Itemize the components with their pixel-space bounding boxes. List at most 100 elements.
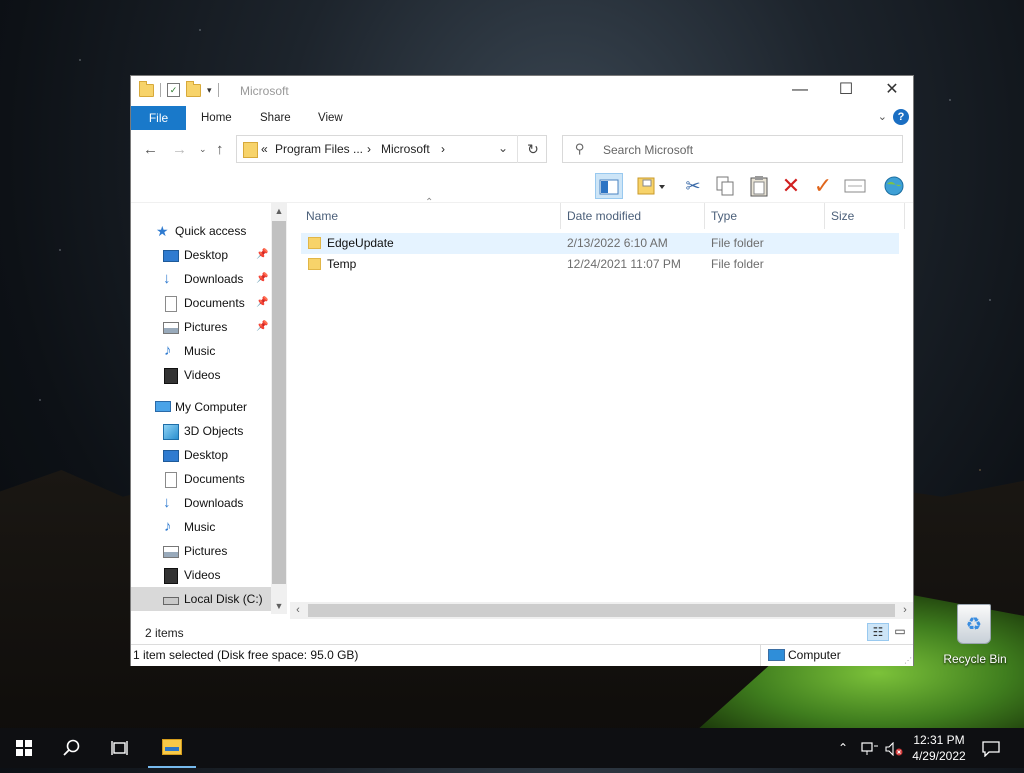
scrollbar-thumb[interactable] xyxy=(272,221,286,584)
nav-documents-quick[interactable]: Documents 📌 xyxy=(131,291,271,315)
preview-pane-button[interactable] xyxy=(595,173,623,199)
folder-icon xyxy=(243,142,258,158)
nav-documents[interactable]: Documents xyxy=(131,467,271,491)
task-view-icon[interactable] xyxy=(96,728,144,768)
back-button[interactable]: ← xyxy=(143,141,158,158)
copy-icon[interactable] xyxy=(711,173,739,199)
nav-pictures[interactable]: Pictures xyxy=(131,539,271,563)
large-icons-view-icon[interactable]: ▭ xyxy=(889,623,911,641)
navigation-bar: ← → ⌄ ↑ « Program Files ... › Microsoft … xyxy=(131,132,913,166)
select-icon[interactable] xyxy=(841,173,869,199)
resize-grip-icon[interactable]: ⋰ xyxy=(904,656,912,665)
column-divider[interactable] xyxy=(560,203,561,229)
nav-quick-access[interactable]: ★ Quick access xyxy=(131,219,271,243)
file-explorer-icon xyxy=(162,739,182,755)
nav-3d-objects[interactable]: 3D Objects xyxy=(131,419,271,443)
taskbar-file-explorer[interactable] xyxy=(148,728,196,768)
file-row-temp[interactable]: Temp 12/24/2021 11:07 PM File folder xyxy=(301,254,899,275)
forward-button[interactable]: → xyxy=(172,141,187,158)
address-dropdown-icon[interactable]: ⌄ xyxy=(498,141,508,155)
refresh-button[interactable]: ↻ xyxy=(517,135,548,163)
up-button[interactable]: ↑ xyxy=(216,141,224,158)
scroll-down-icon[interactable]: ▼ xyxy=(271,598,287,614)
breadcrumb-program-files[interactable]: Program Files ... xyxy=(275,142,363,156)
nav-videos-quick[interactable]: Videos xyxy=(131,363,271,387)
details-view-icon[interactable]: ☷ xyxy=(867,623,889,641)
file-date: 2/13/2022 6:10 AM xyxy=(567,236,668,250)
navigation-pane[interactable]: ★ Quick access Desktop 📌 ↓ Downloads 📌 D… xyxy=(131,203,271,614)
taskbar: ⌃ 12:31 PM 4/29/2022 xyxy=(0,728,1024,768)
nav-desktop-quick[interactable]: Desktop 📌 xyxy=(131,243,271,267)
rename-check-icon[interactable]: ✓ xyxy=(809,173,837,199)
column-header-date[interactable]: Date modified xyxy=(567,203,641,229)
scrollbar-thumb[interactable] xyxy=(308,604,895,617)
action-center-icon[interactable] xyxy=(982,728,1000,768)
info-bar: 2 items ☷ ▭ xyxy=(131,621,913,643)
close-button[interactable]: ✕ xyxy=(869,76,915,106)
globe-icon[interactable] xyxy=(880,173,908,199)
tab-view[interactable]: View xyxy=(318,106,343,130)
breadcrumb-microsoft[interactable]: Microsoft xyxy=(381,142,430,156)
address-bar[interactable]: « Program Files ... › Microsoft › ⌄ xyxy=(236,135,547,163)
start-button[interactable] xyxy=(0,728,48,768)
scroll-right-icon[interactable]: › xyxy=(897,602,913,619)
file-list-horizontal-scrollbar[interactable]: ‹ › xyxy=(290,602,913,619)
column-header-size[interactable]: Size xyxy=(831,203,854,229)
column-divider[interactable] xyxy=(904,203,905,229)
download-icon: ↓ xyxy=(163,494,171,511)
toolbar-separator xyxy=(160,83,161,97)
customize-dropdown-icon[interactable]: ▾ xyxy=(207,85,212,96)
recycle-bin-shortcut[interactable]: ♻ Recycle Bin xyxy=(938,600,1012,672)
tab-home[interactable]: Home xyxy=(201,106,232,130)
file-explorer-window: ✓ ▾ Microsoft — ☐ ✕ File Home Share View… xyxy=(130,75,914,666)
ribbon-tabs: File Home Share View ⌄ ? xyxy=(131,106,913,130)
tab-file[interactable]: File xyxy=(131,106,186,130)
clock-time: 12:31 PM xyxy=(913,733,965,747)
column-divider[interactable] xyxy=(824,203,825,229)
scroll-up-icon[interactable]: ▲ xyxy=(271,203,287,219)
delete-icon[interactable]: ✕ xyxy=(777,173,805,199)
clock[interactable]: 12:31 PM 4/29/2022 xyxy=(900,732,978,764)
nav-pictures-quick[interactable]: Pictures 📌 xyxy=(131,315,271,339)
show-hidden-icons-icon[interactable]: ⌃ xyxy=(838,728,848,768)
breadcrumb-separator[interactable]: › xyxy=(367,142,371,156)
navigation-scrollbar[interactable]: ▲ ▼ xyxy=(271,203,287,614)
nav-label: Downloads xyxy=(184,496,244,510)
column-divider[interactable] xyxy=(704,203,705,229)
nav-label: 3D Objects xyxy=(184,424,244,438)
new-folder-icon[interactable] xyxy=(186,80,201,97)
search-icon[interactable] xyxy=(48,728,96,768)
column-header-name[interactable]: Name xyxy=(306,203,338,229)
expand-ribbon-icon[interactable]: ⌄ xyxy=(878,110,887,123)
nav-local-disk[interactable]: Local Disk (C:) xyxy=(131,587,271,611)
nav-music-quick[interactable]: ♪ Music xyxy=(131,339,271,363)
minimize-button[interactable]: — xyxy=(777,76,823,106)
nav-downloads[interactable]: ↓ Downloads xyxy=(131,491,271,515)
help-icon[interactable]: ? xyxy=(893,109,909,125)
status-divider xyxy=(760,645,761,666)
scroll-left-icon[interactable]: ‹ xyxy=(290,602,306,619)
search-input[interactable] xyxy=(601,139,895,161)
nav-my-computer[interactable]: My Computer xyxy=(131,395,271,419)
column-header-type[interactable]: Type xyxy=(711,203,737,229)
breadcrumb-separator[interactable]: › xyxy=(441,142,445,156)
tab-share[interactable]: Share xyxy=(260,106,291,130)
nav-desktop[interactable]: Desktop xyxy=(131,443,271,467)
recent-locations-icon[interactable]: ⌄ xyxy=(199,144,207,155)
paste-icon[interactable] xyxy=(745,173,773,199)
computer-icon xyxy=(155,401,171,412)
nav-label: Desktop xyxy=(184,448,229,462)
nav-music[interactable]: ♪ Music xyxy=(131,515,271,539)
maximize-button[interactable]: ☐ xyxy=(823,76,869,106)
properties-icon[interactable]: ✓ xyxy=(167,83,180,97)
search-box[interactable]: ⚲ xyxy=(562,135,903,163)
network-icon[interactable] xyxy=(861,728,879,768)
pictures-icon xyxy=(163,546,179,558)
nav-downloads-quick[interactable]: ↓ Downloads 📌 xyxy=(131,267,271,291)
address-overflow[interactable]: « xyxy=(261,142,268,156)
nav-videos[interactable]: Videos xyxy=(131,563,271,587)
file-row-edgeupdate[interactable]: EdgeUpdate 2/13/2022 6:10 AM File folder xyxy=(301,233,899,254)
properties-button[interactable] xyxy=(633,173,669,199)
title-bar[interactable]: ✓ ▾ Microsoft — ☐ ✕ xyxy=(131,76,913,106)
cut-icon[interactable]: ✂ xyxy=(679,173,707,199)
